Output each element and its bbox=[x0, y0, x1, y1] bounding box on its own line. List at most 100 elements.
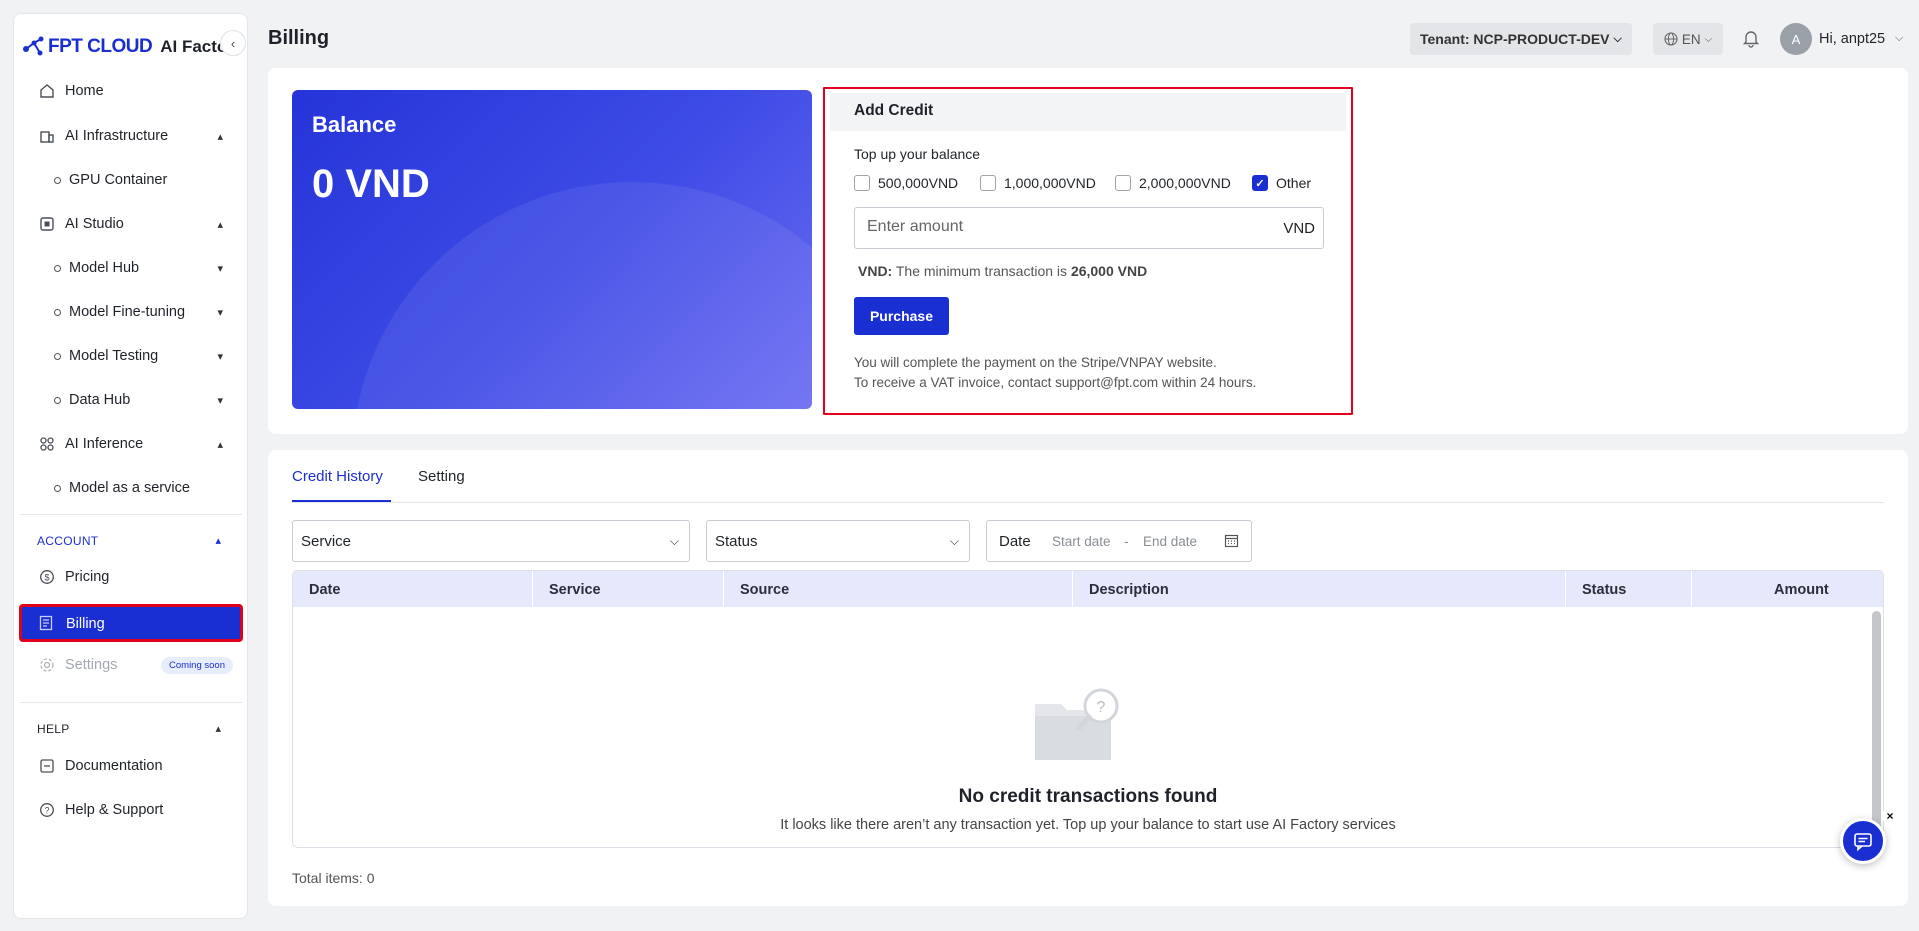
checkbox[interactable] bbox=[854, 175, 870, 191]
min-value: 26,000 VND bbox=[1070, 263, 1148, 279]
service-filter[interactable]: Service ⌵ bbox=[292, 520, 690, 562]
column-header-date: Date bbox=[309, 582, 341, 598]
tenant-selector[interactable]: Tenant: NCP-PRODUCT-DEV ⌵ bbox=[1410, 23, 1632, 55]
balance-card: Balance 0 VND bbox=[292, 90, 812, 409]
globe-icon bbox=[1664, 32, 1678, 46]
bullet-icon bbox=[54, 484, 61, 492]
column-divider bbox=[1691, 571, 1692, 607]
sidebar-item-documentation[interactable]: Documentation bbox=[14, 748, 249, 784]
status-filter[interactable]: Status ⌵ bbox=[706, 520, 970, 562]
sidebar-item-label: Model Fine-tuning bbox=[69, 304, 186, 320]
bullet-icon bbox=[54, 308, 61, 316]
brand[interactable]: FPT CLOUD AI Factory bbox=[22, 32, 243, 62]
end-date-input[interactable]: End date bbox=[1143, 534, 1197, 549]
sidebar-item-model-finetuning[interactable]: Model Fine-tuning ▾ bbox=[14, 294, 249, 330]
sidebar-item-data-hub[interactable]: Data Hub ▾ bbox=[14, 382, 249, 418]
amount-field[interactable]: VND bbox=[854, 207, 1324, 249]
sidebar-item-home[interactable]: Home bbox=[14, 73, 249, 109]
calendar-icon[interactable] bbox=[1224, 533, 1239, 548]
sidebar-item-help-support[interactable]: ? Help & Support bbox=[14, 792, 249, 828]
decorative-circle bbox=[352, 182, 812, 409]
option-2m[interactable]: 2,000,000VND bbox=[1115, 175, 1231, 191]
option-label: 500,000VND bbox=[878, 175, 959, 191]
payment-note: You will complete the payment on the Str… bbox=[854, 355, 1217, 370]
svg-text:$: $ bbox=[44, 573, 49, 583]
user-greeting[interactable]: Hi, anpt25 bbox=[1819, 31, 1885, 47]
home-icon bbox=[38, 82, 56, 100]
tab-setting[interactable]: Setting bbox=[418, 468, 465, 485]
sidebar-item-label: Documentation bbox=[65, 758, 163, 774]
table-header: Date Service Source Description Status A… bbox=[293, 571, 1883, 607]
sidebar-item-label: Model Hub bbox=[69, 260, 140, 276]
notification-bell-icon[interactable] bbox=[1741, 28, 1761, 48]
chevron-down-icon: ▾ bbox=[217, 350, 223, 363]
chevron-down-icon: ⌵ bbox=[669, 534, 679, 548]
help-section-header[interactable]: HELP bbox=[37, 722, 70, 736]
total-items: Total items: 0 bbox=[292, 870, 375, 886]
option-500k[interactable]: 500,000VND bbox=[854, 175, 958, 191]
sidebar-item-settings: Settings Coming soon bbox=[14, 647, 249, 683]
column-divider bbox=[1072, 571, 1073, 607]
divider bbox=[20, 702, 242, 703]
minimum-transaction-note: VND: The minimum transaction is 26,000 V… bbox=[858, 263, 1147, 279]
question-icon: ? bbox=[38, 801, 56, 819]
column-divider bbox=[723, 571, 724, 607]
top-up-label: Top up your balance bbox=[854, 146, 981, 162]
language-selector[interactable]: EN ⌵ bbox=[1653, 23, 1723, 55]
sidebar-item-ai-infrastructure[interactable]: AI Infrastructure ▴ bbox=[14, 118, 249, 154]
option-label: 1,000,000VND bbox=[1004, 175, 1096, 191]
chevron-down-icon: ⌵ bbox=[1704, 33, 1713, 45]
sidebar-item-model-as-service[interactable]: Model as a service bbox=[14, 470, 249, 506]
column-header-source: Source bbox=[740, 582, 790, 598]
account-section-header[interactable]: ACCOUNT bbox=[37, 534, 98, 548]
checkbox-checked[interactable]: ✓ bbox=[1252, 175, 1268, 191]
add-credit-panel: Add Credit Top up your balance 500,000VN… bbox=[823, 87, 1353, 415]
column-header-status: Status bbox=[1582, 582, 1627, 598]
chevron-down-icon[interactable]: ⌵ bbox=[1895, 32, 1903, 45]
empty-state-description: It looks like there aren’t any transacti… bbox=[780, 817, 1396, 833]
empty-state-title: No credit transactions found bbox=[958, 786, 1218, 807]
fpt-logo-icon bbox=[23, 36, 44, 56]
sidebar-item-model-testing[interactable]: Model Testing ▾ bbox=[14, 338, 249, 374]
sidebar-item-label: GPU Container bbox=[69, 172, 168, 188]
checkbox[interactable] bbox=[1115, 175, 1131, 191]
sidebar-item-label: Billing bbox=[66, 616, 105, 632]
table-scrollbar[interactable] bbox=[1872, 611, 1881, 843]
sidebar-item-gpu-container[interactable]: GPU Container bbox=[14, 162, 249, 198]
column-header-service: Service bbox=[549, 582, 601, 598]
close-chat-button[interactable]: × bbox=[1882, 808, 1898, 824]
sidebar-item-label: Home bbox=[65, 83, 104, 99]
sidebar-item-label: Pricing bbox=[65, 569, 110, 585]
sidebar-item-billing[interactable]: Billing bbox=[20, 605, 242, 641]
chevron-up-icon[interactable]: ▴ bbox=[215, 722, 221, 735]
bullet-icon bbox=[54, 264, 61, 272]
amount-input[interactable] bbox=[867, 218, 1247, 236]
sidebar-item-pricing[interactable]: $ Pricing bbox=[14, 559, 249, 595]
sidebar-item-ai-studio[interactable]: AI Studio ▴ bbox=[14, 206, 249, 242]
svg-text:?: ? bbox=[44, 806, 49, 816]
chevron-up-icon: ▴ bbox=[217, 438, 223, 451]
option-other[interactable]: ✓ Other bbox=[1252, 175, 1311, 191]
min-text: The minimum transaction is bbox=[895, 263, 1068, 279]
sidebar-item-ai-inference[interactable]: AI Inference ▴ bbox=[14, 426, 249, 462]
purchase-button[interactable]: Purchase bbox=[854, 297, 949, 335]
tab-credit-history[interactable]: Credit History bbox=[292, 468, 383, 485]
checkbox[interactable] bbox=[980, 175, 996, 191]
avatar[interactable]: A bbox=[1780, 23, 1812, 55]
chevron-up-icon: ▴ bbox=[217, 130, 223, 143]
column-header-amount: Amount bbox=[1774, 582, 1829, 598]
collapse-sidebar-button[interactable]: ‹ bbox=[220, 30, 246, 56]
sidebar-item-model-hub[interactable]: Model Hub ▾ bbox=[14, 250, 249, 286]
option-1m[interactable]: 1,000,000VND bbox=[980, 175, 1096, 191]
sidebar-item-label: AI Studio bbox=[65, 216, 124, 232]
start-date-input[interactable]: Start date bbox=[1052, 534, 1111, 549]
status-filter-label: Status bbox=[715, 533, 758, 550]
chevron-up-icon[interactable]: ▴ bbox=[215, 534, 221, 547]
option-label: 2,000,000VND bbox=[1139, 175, 1231, 191]
vat-note: To receive a VAT invoice, contact suppor… bbox=[854, 375, 1257, 390]
chat-button[interactable] bbox=[1840, 818, 1886, 864]
add-credit-title: Add Credit bbox=[854, 102, 934, 119]
option-label: Other bbox=[1276, 175, 1312, 191]
min-prefix: VND: bbox=[858, 263, 893, 279]
date-range-filter[interactable]: Date Start date - End date bbox=[986, 520, 1252, 562]
